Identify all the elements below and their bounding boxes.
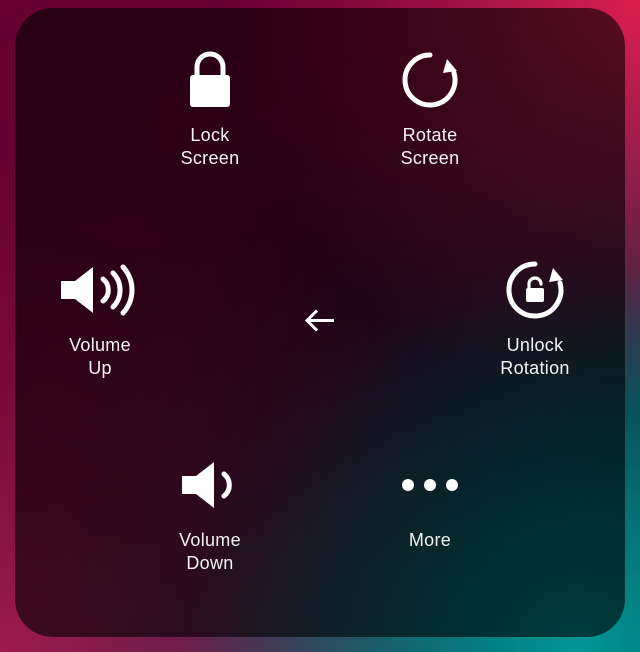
- volume-down-icon: [174, 453, 246, 517]
- volume-up-icon: [55, 258, 145, 322]
- lock-screen-button[interactable]: Lock Screen: [135, 48, 285, 169]
- more-label: More: [409, 529, 451, 552]
- back-arrow-icon: [303, 307, 337, 333]
- lock-icon: [185, 48, 235, 112]
- volume-down-label: Volume Down: [179, 529, 241, 574]
- volume-up-button[interactable]: Volume Up: [25, 258, 175, 379]
- assistive-touch-menu: Lock Screen Rotate Screen Volume Up: [15, 8, 625, 637]
- rotate-screen-button[interactable]: Rotate Screen: [355, 48, 505, 169]
- rotate-screen-label: Rotate Screen: [401, 124, 460, 169]
- unlock-rotation-icon: [502, 258, 568, 322]
- unlock-rotation-label: Unlock Rotation: [500, 334, 569, 379]
- more-icon: [395, 453, 465, 517]
- more-button[interactable]: More: [355, 453, 505, 552]
- volume-down-button[interactable]: Volume Down: [135, 453, 285, 574]
- volume-up-label: Volume Up: [69, 334, 131, 379]
- rotate-icon: [399, 48, 461, 112]
- unlock-rotation-button[interactable]: Unlock Rotation: [460, 258, 610, 379]
- lock-screen-label: Lock Screen: [181, 124, 240, 169]
- back-button[interactable]: [303, 307, 337, 338]
